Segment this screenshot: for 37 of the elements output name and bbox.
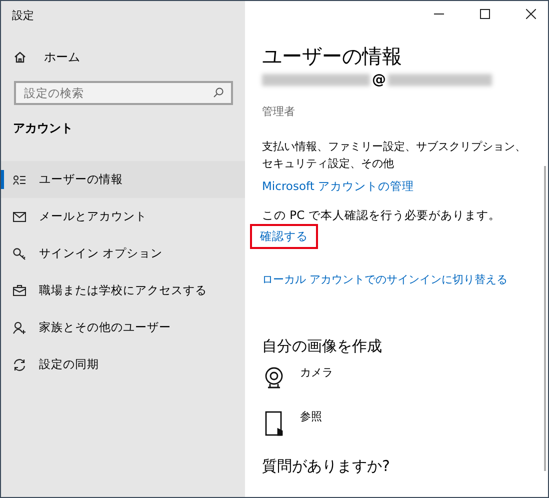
sidebar-item[interactable]: 家族とその他のユーザー: [1, 309, 245, 346]
switch-local-account-link[interactable]: ローカル アカウントでのサインインに切り替える: [262, 272, 508, 289]
account-description: 支払い情報、ファミリー設定、サブスクリプション、セキュリティ設定、その他: [262, 138, 527, 172]
maximize-icon[interactable]: [480, 9, 490, 19]
key-icon: [13, 248, 26, 260]
sidebar-item[interactable]: 設定の同期: [1, 346, 245, 383]
selection-indicator: [1, 170, 4, 189]
section-heading: 自分の画像を作成: [262, 336, 382, 357]
user-list-icon: [13, 174, 26, 184]
picture-option[interactable]: カメラ: [262, 367, 333, 398]
sidebar-item[interactable]: ユーザーの情報: [1, 161, 245, 198]
email-at-sign: @: [372, 70, 386, 90]
home-icon: [14, 51, 26, 63]
sidebar-item[interactable]: 職場または学校にアクセスする: [1, 272, 245, 309]
search-icon: [213, 87, 224, 98]
section-heading: アカウント: [13, 120, 74, 137]
person-add-icon: [13, 322, 26, 334]
picture-option[interactable]: 参照: [262, 411, 333, 442]
scrollbar[interactable]: [544, 166, 546, 471]
sync-icon: [13, 358, 26, 370]
window-title: 設定: [12, 8, 34, 24]
webcam-icon: [263, 367, 285, 390]
verify-message: この PC で本人確認を行う必要があります。: [262, 206, 500, 224]
sidebar-item[interactable]: メールとアカウント: [1, 198, 245, 235]
mail-icon: [13, 212, 26, 222]
page-title: ユーザーの情報: [262, 43, 402, 69]
search-field[interactable]: 設定の検索: [14, 81, 233, 105]
document-icon: [265, 411, 283, 436]
verify-link[interactable]: 確認する: [252, 226, 316, 248]
home-nav-item[interactable]: ホーム: [14, 45, 245, 69]
sidebar-item[interactable]: サインイン オプション: [1, 235, 245, 272]
briefcase-icon: [13, 285, 26, 296]
manage-account-link[interactable]: Microsoft アカウントの管理: [262, 178, 414, 195]
minimize-icon[interactable]: [434, 13, 444, 15]
section-heading: 質問がありますか?: [262, 456, 390, 478]
account-role: 管理者: [262, 104, 295, 120]
close-icon[interactable]: [526, 9, 536, 19]
